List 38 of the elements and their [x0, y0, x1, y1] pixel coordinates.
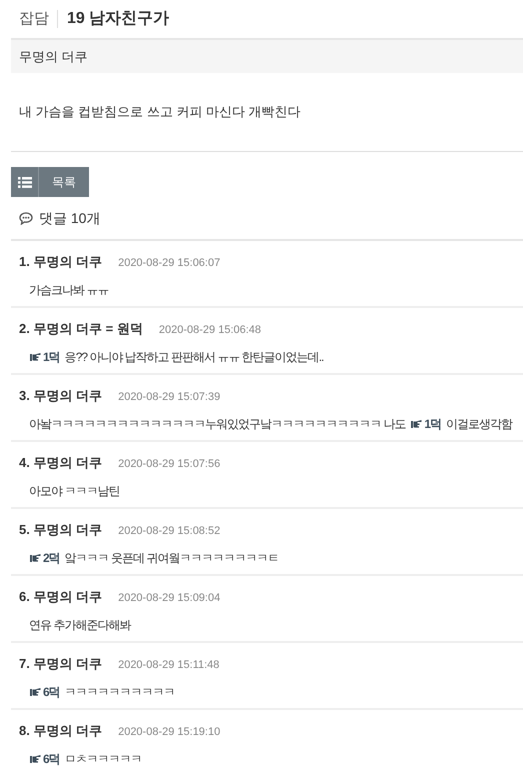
- reply-link[interactable]: 6덕: [29, 682, 60, 700]
- comment-author: 5. 무명의 더쿠: [19, 521, 102, 539]
- comment-time: 2020-08-29 15:09:04: [118, 591, 220, 606]
- reply-link[interactable]: 6덕: [29, 750, 60, 768]
- comment-text: 가슴크나봐 ㅠㅠ: [29, 282, 108, 298]
- reply-link[interactable]: 1덕: [410, 414, 442, 432]
- speech-bubble-icon: [19, 212, 33, 224]
- comment-author: 6. 무명의 더쿠: [19, 588, 102, 606]
- comment-time: 2020-08-29 15:06:07: [118, 256, 220, 271]
- reply-link[interactable]: 1덕: [29, 348, 60, 366]
- comment-author: 8. 무명의 더쿠: [19, 722, 102, 740]
- comment-text: 연유 추가해준다해봐: [29, 616, 130, 634]
- comment-author: 2. 무명의 더쿠 = 원덕: [19, 320, 143, 338]
- post-body: 내 가슴을 컵받침으로 쓰고 커피 마신다 개빡친다: [19, 103, 301, 122]
- post-title: 19 남자친구가: [66, 9, 170, 29]
- comment-author: 7. 무명의 더쿠: [19, 655, 102, 673]
- comment-author: 4. 무명의 더쿠: [19, 454, 102, 472]
- list-icon: [18, 176, 32, 188]
- comment-text: ㅁㅊㅋㅋㅋㅋㅋ: [64, 750, 142, 768]
- comment-text: ㅋㅋㅋㅋㅋㅋㅋㅋㅋㅋ: [64, 684, 175, 700]
- comment-time: 2020-08-29 15:08:52: [118, 524, 220, 539]
- comment-text: 앜ㅋㅋㅋ 웃픈데 귀여웤ㅋㅋㅋㅋㅋㅋㅋㅋㅌ: [64, 550, 278, 566]
- category-label[interactable]: 잡담: [19, 10, 58, 28]
- comment-time: 2020-08-29 15:11:48: [118, 658, 220, 673]
- comment-count: 댓글 10개: [39, 208, 100, 228]
- comment-time: 2020-08-29 15:07:39: [118, 390, 220, 405]
- comment-time: 2020-08-29 15:07:56: [118, 457, 220, 472]
- list-button[interactable]: 목록: [11, 167, 89, 197]
- comment-time: 2020-08-29 15:19:10: [118, 725, 220, 740]
- comment-text: 아놬ㅋㅋㅋㅋㅋㅋㅋㅋㅋㅋㅋㅋㅋㅋ누워있었구낰ㅋㅋㅋㅋㅋㅋㅋㅋㅋㅋ 나도: [29, 416, 406, 432]
- comment-author: 3. 무명의 더쿠: [19, 387, 102, 405]
- comment-text: 아모야 ㅋㅋㅋ남틴: [29, 482, 120, 500]
- comment-text: 응?? 아니야 납작하고 판판해서 ㅠㅠ 한탄글이었는데..: [64, 348, 324, 366]
- post-author: 무명의 더쿠: [19, 48, 88, 66]
- comment-time: 2020-08-29 15:06:48: [158, 323, 262, 338]
- comment-text: 이걸로생각함: [446, 416, 512, 432]
- comment-author: 1. 무명의 더쿠: [19, 253, 102, 271]
- reply-link[interactable]: 2덕: [29, 548, 60, 566]
